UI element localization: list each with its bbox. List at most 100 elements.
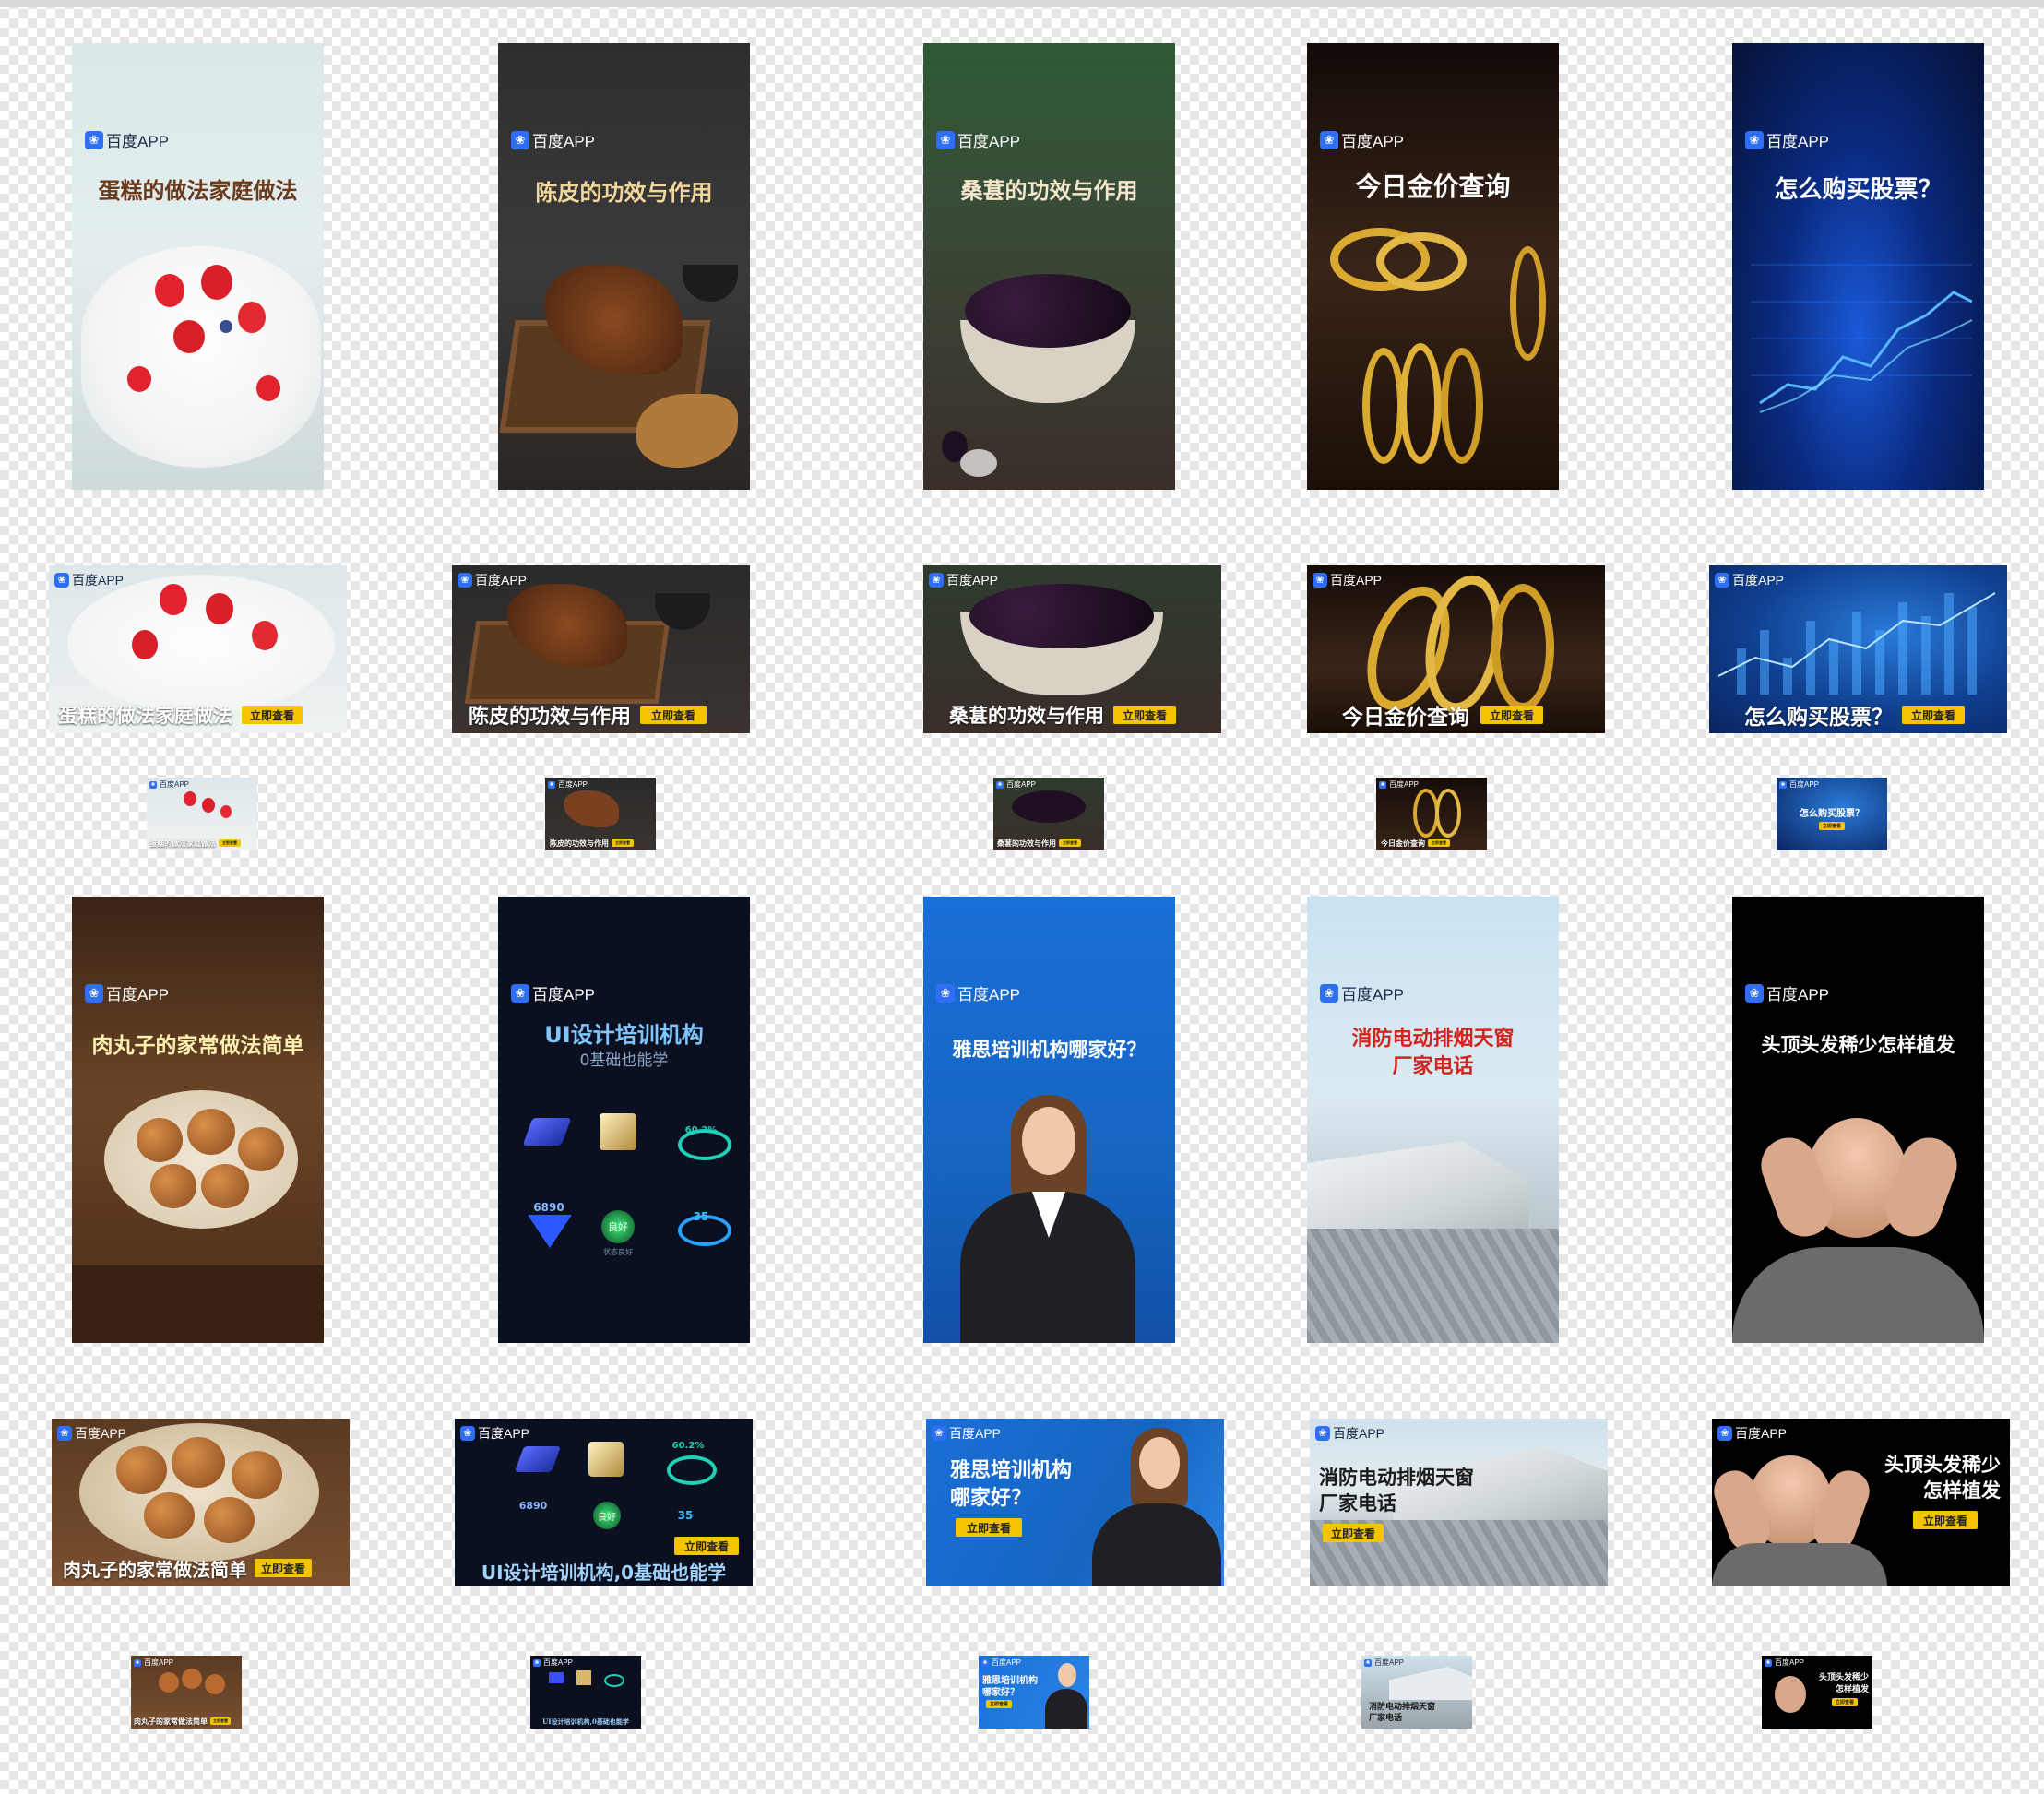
ad-thumb-uidesign[interactable]: ❀ 百度APP UI设计培训机构,0基础也能学 — [530, 1656, 641, 1729]
blueberry — [220, 320, 232, 333]
stat-percent: 60.2% — [684, 1125, 718, 1135]
cta-button[interactable]: 立即查看 — [1832, 1698, 1858, 1706]
ad-card-uidesign-tall[interactable]: ❀ 百度APP UI设计培训机构 0基础也能学 60.2% 6890 良好 状态… — [498, 897, 750, 1343]
ad-banner-cake[interactable]: ❀ 百度APP 蛋糕的做法家庭做法 立即查看 — [49, 565, 347, 733]
brand-label: 百度APP — [992, 1658, 1022, 1667]
cta-button[interactable]: 立即查看 — [242, 706, 303, 724]
ad-thumb-gold[interactable]: ❀ 百度APP 今日金价查询 立即查看 — [1376, 778, 1487, 850]
cta-button[interactable]: 立即查看 — [1059, 839, 1081, 847]
ad-card-meatball-tall[interactable]: ❀ 百度APP 肉丸子的家常做法简单 — [72, 897, 324, 1343]
paw-icon: ❀ — [1315, 1426, 1330, 1441]
cake-image — [67, 575, 335, 713]
banner-title-line2: 怎样植发 — [1835, 1685, 1869, 1694]
brand-label: 百度APP — [1775, 1658, 1805, 1667]
baidu-logo: ❀ 百度APP — [1315, 1424, 1384, 1443]
ad-banner-mulberry[interactable]: ❀ 百度APP 桑葚的功效与作用 立即查看 — [923, 565, 1221, 733]
person-body — [1045, 1689, 1087, 1729]
stat-state: 状态良好 — [603, 1248, 633, 1256]
cta-button[interactable]: 立即查看 — [1913, 1511, 1978, 1529]
meatball — [172, 1437, 225, 1488]
banner-caption: 陈皮的功效与作用 立即查看 — [452, 696, 750, 733]
ad-banner-chenpi[interactable]: ❀ 百度APP 陈皮的功效与作用 立即查看 — [452, 565, 750, 733]
ad-banner-meatball[interactable]: ❀ 百度APP 肉丸子的家常做法简单 立即查看 — [52, 1419, 350, 1586]
ad-card-ielts-tall[interactable]: ❀ 百度APP 雅思培训机构哪家好？ — [923, 897, 1175, 1343]
banner-caption: 蛋糕的做法家庭做法 立即查看 — [49, 696, 347, 733]
ad-thumb-cake[interactable]: ❀ 百度APP 蛋糕的做法家庭做法 立即查看 — [147, 778, 257, 850]
meatball — [116, 1446, 167, 1494]
banner-caption: 桑葚的功效与作用 立即查看 — [923, 696, 1221, 733]
ad-banner-uidesign[interactable]: ❀ 百度APP 60.2% 6890 良好 35 立即查看 UI设计培训机构,0… — [455, 1419, 753, 1586]
cta-button[interactable]: 立即查看 — [640, 706, 707, 724]
cta-button[interactable]: 立即查看 — [674, 1537, 739, 1555]
paw-icon: ❀ — [134, 1658, 141, 1667]
brand-label: 百度APP — [1006, 780, 1037, 789]
person-body — [1092, 1503, 1221, 1586]
ad-card-chenpi-tall[interactable]: ❀ 百度APP 陈皮的功效与作用 — [498, 43, 750, 490]
strawberry — [252, 621, 278, 650]
cta-button[interactable]: 立即查看 — [1428, 839, 1450, 847]
brand-label: 百度APP — [1766, 986, 1830, 1004]
chenpi-peel — [636, 394, 738, 468]
cta-button[interactable]: 立即查看 — [612, 839, 634, 847]
ad-banner-hair[interactable]: ❀ 百度APP 头顶头发稀少 怎样植发 立即查看 — [1712, 1419, 2010, 1586]
meatball — [150, 1164, 196, 1208]
triangle-icon — [528, 1215, 572, 1248]
banner-caption: 桑葚的功效与作用 立即查看 — [993, 836, 1104, 850]
ad-thumb-meatball[interactable]: ❀ 百度APP 肉丸子的家常做法简单 立即查看 — [131, 1656, 242, 1729]
ad-card-gold-tall[interactable]: ❀ 百度APP 今日金价查询 — [1307, 43, 1559, 490]
gold-ring — [1376, 232, 1467, 291]
ad-card-mulberry-tall[interactable]: ❀ 百度APP 桑葚的功效与作用 — [923, 43, 1175, 490]
cta-button[interactable]: 立即查看 — [219, 839, 241, 847]
ad-banner-vent[interactable]: ❀ 百度APP 消防电动排烟天窗 厂家电话 立即查看 — [1310, 1419, 1608, 1586]
ad-banner-ielts[interactable]: ❀ 百度APP 雅思培训机构 哪家好？ 立即查看 — [926, 1419, 1224, 1586]
ad-banner-gold[interactable]: ❀ 百度APP 今日金价查询 立即查看 — [1307, 565, 1605, 733]
ad-card-cake-tall[interactable]: ❀ 百度APP 蛋糕的做法家庭做法 — [72, 43, 324, 490]
cta-button[interactable]: 立即查看 — [210, 1717, 231, 1725]
banner-caption: 蛋糕的做法家庭做法 立即查看 — [147, 836, 257, 850]
banner-title: UI设计培训机构,0基础也能学 — [481, 1561, 727, 1584]
paw-icon: ❀ — [932, 1426, 946, 1441]
ad-thumb-ielts[interactable]: ❀ 百度APP 雅思培训机构 哪家好？ 立即查看 — [979, 1656, 1089, 1729]
cta-button[interactable]: 立即查看 — [1902, 706, 1965, 724]
cta-button[interactable]: 立即查看 — [986, 1700, 1012, 1708]
ad-thumb-hair[interactable]: ❀ 百度APP 头顶头发稀少 怎样植发 立即查看 — [1762, 1656, 1872, 1729]
paw-icon: ❀ — [511, 130, 529, 149]
cta-button[interactable]: 立即查看 — [1480, 706, 1543, 724]
ad-thumb-vent[interactable]: ❀ 百度APP 消防电动排烟天窗 厂家电话 — [1361, 1656, 1472, 1729]
paw-icon: ❀ — [1765, 1658, 1772, 1667]
cta-button[interactable]: 立即查看 — [1323, 1524, 1384, 1542]
ad-card-stock-tall[interactable]: ❀ 百度APP 怎么购买股票？ — [1732, 43, 1984, 490]
cta-button[interactable]: 立即查看 — [1113, 706, 1176, 724]
layers-icon — [514, 1446, 562, 1472]
card-title: UI设计培训机构 — [544, 1022, 704, 1048]
brand-label: 百度APP — [1374, 1658, 1405, 1667]
card-title: 消防电动排烟天窗 — [1351, 1028, 1515, 1051]
banner-caption: 今日金价查询 立即查看 — [1376, 836, 1487, 850]
banner-title: 桑葚的功效与作用 — [949, 704, 1104, 727]
baidu-logo: ❀ 百度APP — [1320, 128, 1404, 151]
cta-button[interactable]: 立即查看 — [1819, 822, 1845, 830]
ad-card-hair-tall[interactable]: ❀ 百度APP 头顶头发稀少怎样植发 — [1732, 897, 1984, 1343]
wooden-board — [72, 1265, 324, 1343]
cta-button[interactable]: 立即查看 — [956, 1518, 1022, 1537]
meatball — [238, 1127, 284, 1171]
card-title: 头顶头发稀少怎样植发 — [1761, 1034, 1955, 1056]
mulberries — [1012, 790, 1086, 823]
strawberry — [238, 302, 266, 333]
gold-bangle — [1491, 584, 1554, 711]
man-shirt — [1712, 1543, 1887, 1586]
brand-label: 百度APP — [949, 1426, 1002, 1441]
ad-thumb-mulberry[interactable]: ❀ 百度APP 桑葚的功效与作用 立即查看 — [993, 778, 1104, 850]
ad-card-vent-tall[interactable]: ❀ 百度APP 消防电动排烟天窗 厂家电话 — [1307, 897, 1559, 1343]
ad-banner-stock[interactable]: ❀ 百度APP 怎么购买股票？ 立即查看 — [1709, 565, 2007, 733]
ad-thumb-stock[interactable]: ❀ 百度APP 怎么购买股票？ 立即查看 — [1777, 778, 1887, 850]
mulberries — [965, 274, 1131, 348]
baidu-logo: ❀ 百度APP — [85, 981, 169, 1004]
person-face — [1058, 1663, 1076, 1687]
paw-icon: ❀ — [85, 130, 103, 149]
baidu-logo: ❀ 百度APP — [460, 1424, 529, 1443]
cta-button[interactable]: 立即查看 — [255, 1559, 312, 1577]
gold-bangle — [1435, 789, 1461, 838]
ad-thumb-chenpi[interactable]: ❀ 百度APP 陈皮的功效与作用 立即查看 — [545, 778, 656, 850]
brand-label: 百度APP — [72, 573, 125, 588]
